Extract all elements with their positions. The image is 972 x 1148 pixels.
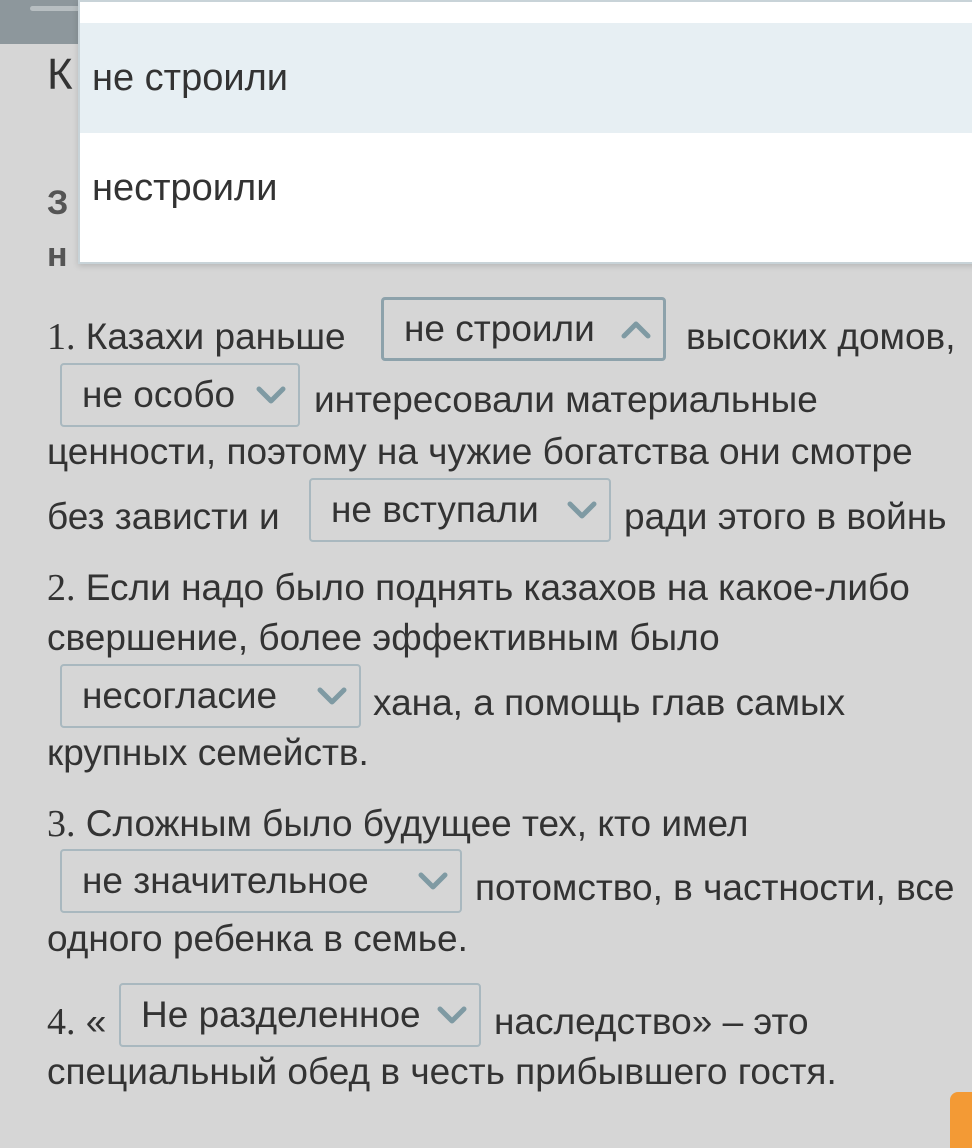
item-number: 1. xyxy=(47,316,76,358)
item-text: интересовали материальные xyxy=(314,379,818,420)
select-item3-blank1[interactable]: не значительное xyxy=(60,849,462,913)
select-value: несогласие xyxy=(82,675,278,716)
select-value: не значительное xyxy=(82,860,369,901)
select-value: не строили xyxy=(404,308,595,349)
item-text: специальный обед в честь прибывшего гост… xyxy=(47,1051,837,1092)
chevron-down-icon xyxy=(317,687,347,705)
chevron-down-icon xyxy=(418,872,448,890)
item-text: без зависти и xyxy=(47,496,280,537)
item-text: Если надо было поднять казахов на какое-… xyxy=(85,567,910,608)
item-text: « xyxy=(85,1001,107,1042)
item-number: 4. xyxy=(47,1001,76,1043)
instruction-text-partial-1: З xyxy=(47,184,69,222)
select-item4-blank1[interactable]: Не разделенное xyxy=(119,983,481,1047)
select-item1-blank3[interactable]: не вступали xyxy=(309,478,611,542)
item-text: потомство, в частности, все xyxy=(475,867,955,908)
select-item2-blank1[interactable]: несогласие xyxy=(60,664,361,728)
chevron-up-icon xyxy=(621,321,651,339)
chevron-down-icon xyxy=(256,386,286,404)
select-value: Не разделенное xyxy=(141,994,421,1035)
item-text: свершение, более эффективным было xyxy=(47,617,720,658)
select-item1-blank1[interactable]: не строили xyxy=(381,297,666,361)
item-3-line-1: 3. Сложным было будущее тех, кто имел xyxy=(47,802,748,846)
chevron-down-icon xyxy=(437,1006,467,1024)
item-text: ради этого в войнь xyxy=(624,496,947,537)
item-text: одного ребенка в семье. xyxy=(47,918,468,959)
item-1-line-1: 1. Казахи раньше xyxy=(47,315,346,359)
page-heading-partial: К xyxy=(47,50,73,99)
item-number: 3. xyxy=(47,803,76,845)
item-text: высоких домов, xyxy=(686,316,956,357)
item-text: наследство» – это xyxy=(494,1001,809,1042)
item-text: ценности, поэтому на чужие богатства они… xyxy=(47,431,913,472)
select-value: не вступали xyxy=(331,489,539,530)
select-item1-blank2[interactable]: не особо xyxy=(60,363,300,427)
select-value: не особо xyxy=(82,374,236,415)
page: { "background": { "heading_letter": "К",… xyxy=(0,0,972,1148)
item-text: крупных семейств. xyxy=(47,732,369,773)
help-button[interactable] xyxy=(950,1092,972,1148)
item-text: Казахи раньше xyxy=(85,316,346,357)
item-text: хана, а помощь глав самых xyxy=(373,682,846,723)
item-number: 2. xyxy=(47,567,76,609)
dropdown-option-nestroili[interactable]: нестроили xyxy=(80,133,972,243)
dropdown-option-ne-stroili[interactable]: не строили xyxy=(80,23,972,133)
item-text: Сложным было будущее тех, кто имел xyxy=(85,803,749,844)
instruction-text-partial-2: н xyxy=(47,236,68,274)
item-2-line-1: 2. Если надо было поднять казахов на как… xyxy=(47,566,910,610)
item-4-line-1: 4. « xyxy=(47,1000,106,1044)
dropdown-popup: не строили нестроили xyxy=(78,0,972,264)
chevron-down-icon xyxy=(567,501,597,519)
